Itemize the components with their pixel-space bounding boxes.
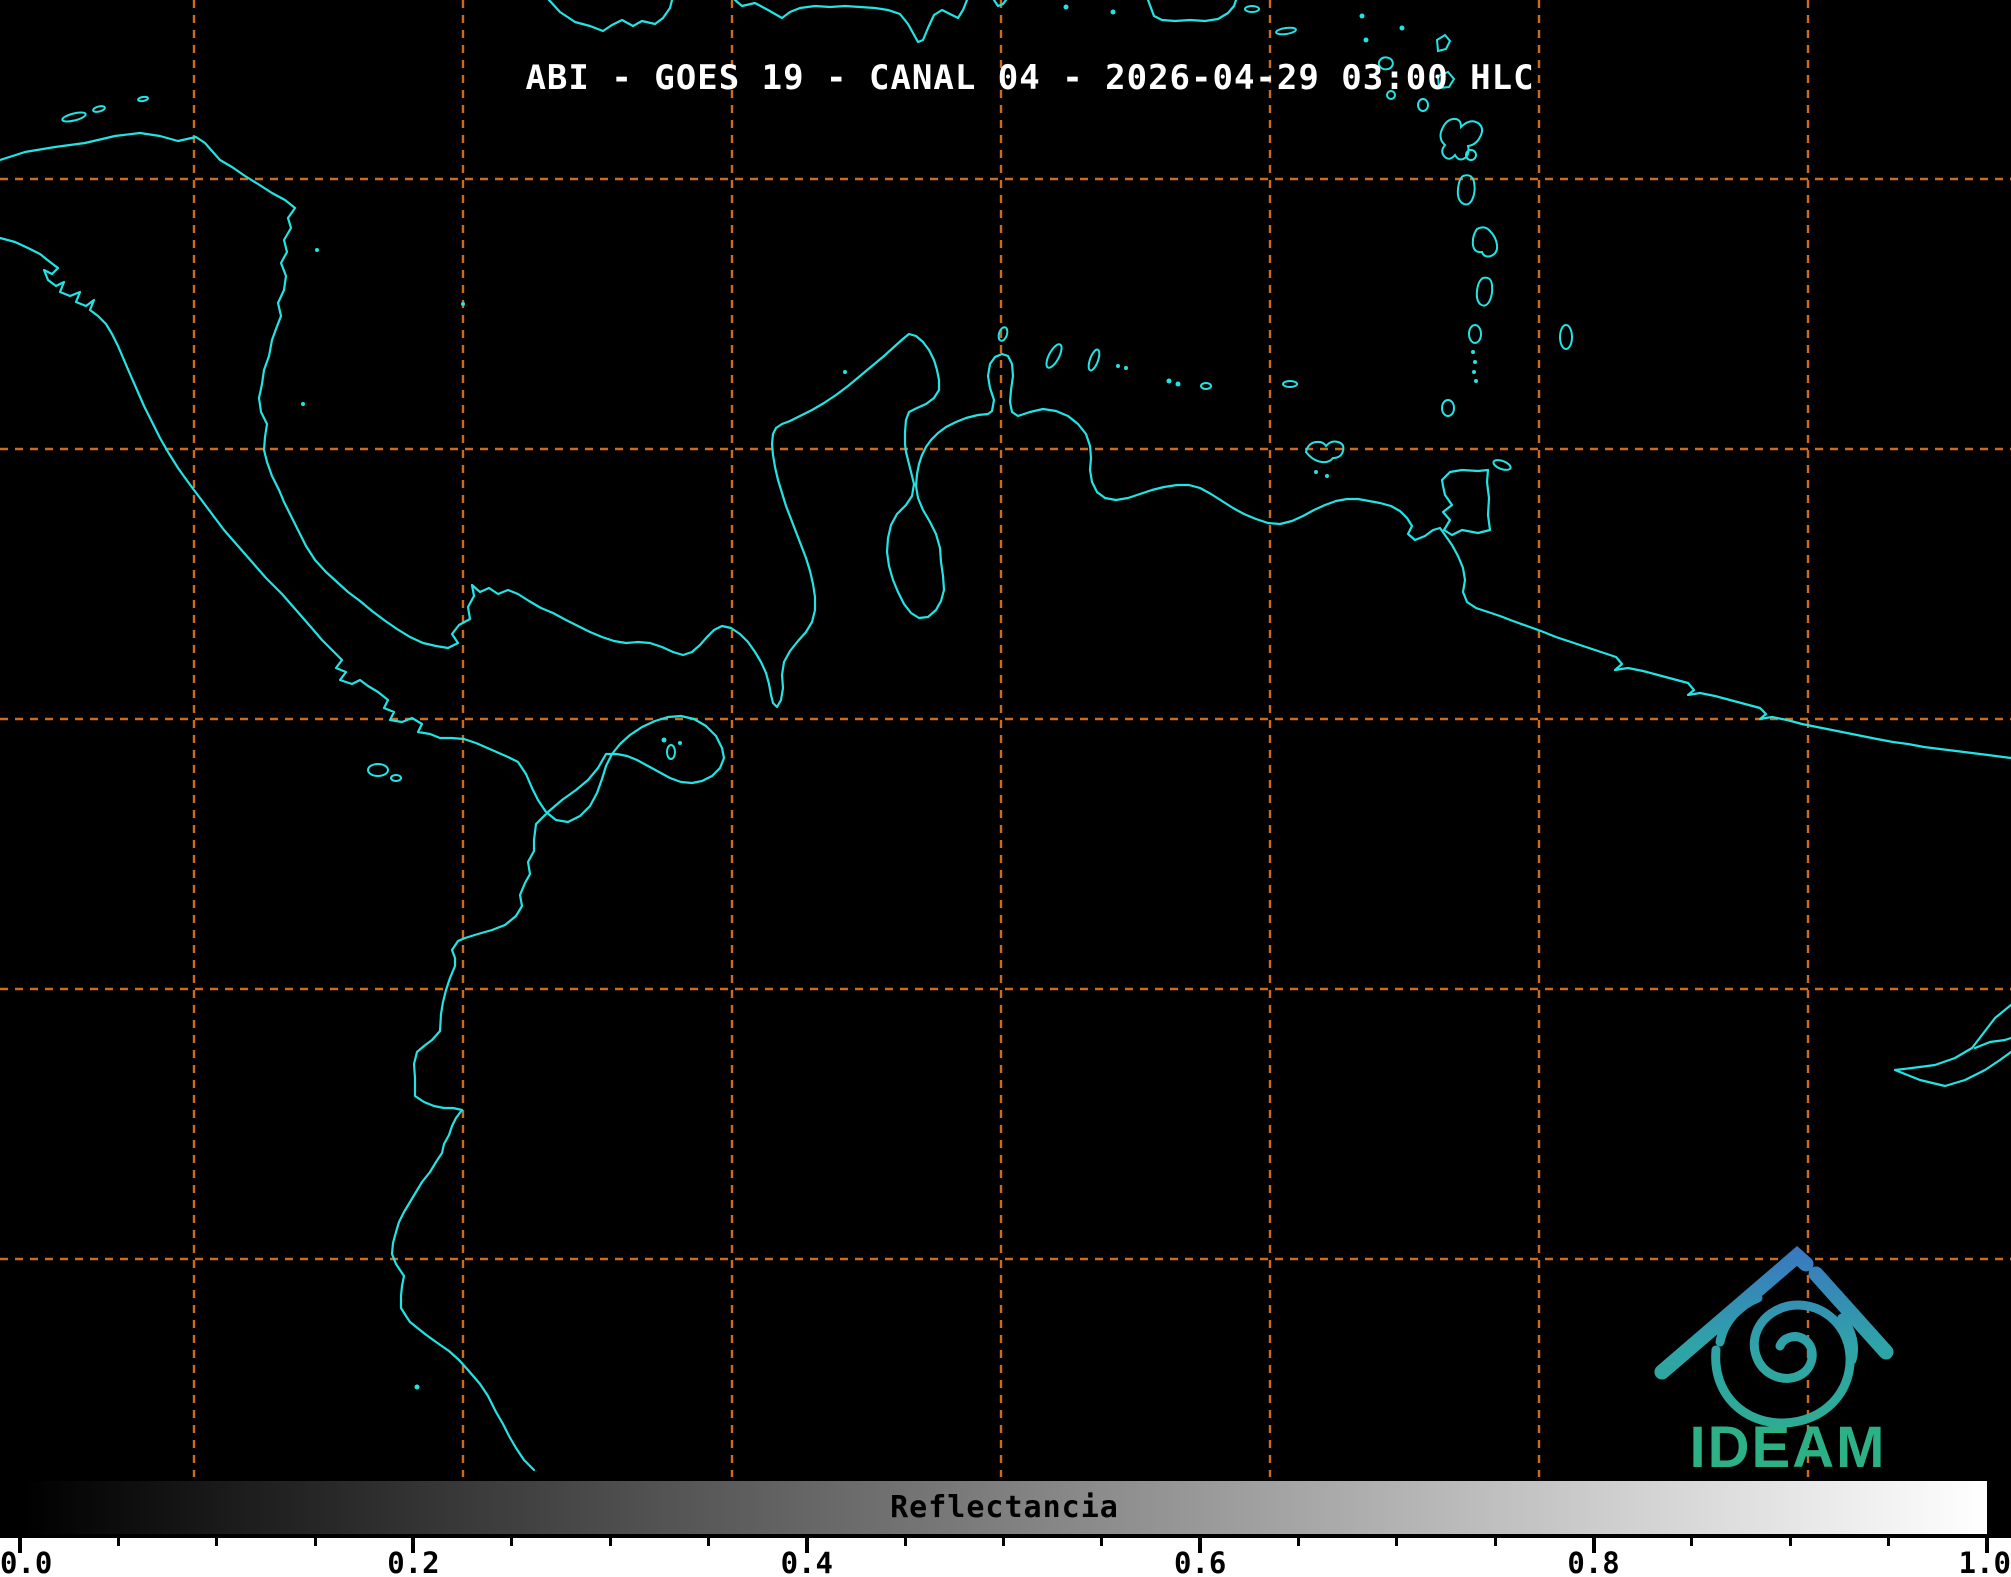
colorbar-minor-tick bbox=[1100, 1538, 1104, 1546]
colorbar-tick-label: 0.4 bbox=[780, 1546, 833, 1577]
image-title: ABI - GOES 19 - CANAL 04 - 2026-04-29 03… bbox=[525, 58, 1535, 98]
colorbar-tick-label: 0.8 bbox=[1567, 1546, 1620, 1577]
colorbar-label: Reflectancia bbox=[890, 1490, 1119, 1525]
colorbar-minor-tick bbox=[215, 1538, 219, 1546]
coastline-pacific bbox=[0, 236, 726, 1472]
colorbar-axis: 0.0 0.2 0.4 0.6 0.8 1.0 bbox=[0, 1538, 2011, 1577]
island-bonaire bbox=[1087, 348, 1101, 372]
island-barbados bbox=[1559, 324, 1573, 350]
island-providencia bbox=[315, 248, 319, 252]
island-roatan bbox=[61, 111, 87, 123]
island-st-eustatius bbox=[1363, 37, 1369, 43]
island-pearl-2 bbox=[678, 741, 682, 745]
island-margarita bbox=[1304, 440, 1345, 464]
island-coiba bbox=[367, 763, 389, 777]
colorbar-minor-tick bbox=[1788, 1538, 1792, 1546]
colorbar-minor-tick bbox=[1395, 1538, 1399, 1546]
colorbar-minor-tick bbox=[1493, 1538, 1497, 1546]
colorbar-minor-tick bbox=[510, 1538, 514, 1546]
island-mona bbox=[1110, 9, 1116, 15]
ideam-logo-text: IDEAM bbox=[1689, 1415, 1887, 1480]
colorbar-minor-tick bbox=[706, 1538, 710, 1546]
island-st-croix bbox=[1275, 26, 1297, 36]
island-jamaica bbox=[547, 0, 674, 33]
coastline-caribbean bbox=[0, 131, 2011, 760]
colorbar-minor-tick bbox=[1002, 1538, 1005, 1546]
island-aruba bbox=[997, 326, 1009, 342]
colorbar-minor-tick bbox=[313, 1538, 317, 1546]
island-hispaniola bbox=[733, 0, 969, 44]
island-grenadine-3 bbox=[1472, 370, 1476, 374]
island-grenadine-4 bbox=[1474, 379, 1478, 383]
island-puerto-rico bbox=[1146, 0, 1238, 23]
island-grenadine-2 bbox=[1473, 360, 1477, 364]
island-montserrat bbox=[1417, 98, 1429, 112]
graticule-grid bbox=[0, 0, 2011, 1477]
island-los-roques-1 bbox=[1166, 378, 1172, 384]
island-san-andres bbox=[301, 402, 305, 406]
colorbar-minor-tick bbox=[903, 1538, 907, 1546]
island-st-vincent bbox=[1468, 324, 1482, 344]
coastlines bbox=[0, 131, 2011, 1472]
island-las-aves-1 bbox=[1116, 364, 1120, 368]
colorbar-minor-tick bbox=[116, 1538, 120, 1546]
colorbar-tick-label: 0.0 bbox=[0, 1546, 53, 1577]
colorbar: Reflectancia bbox=[20, 1479, 1989, 1536]
island-grenada bbox=[1441, 399, 1455, 417]
island-la-tortuga bbox=[1282, 380, 1298, 388]
island-barbuda bbox=[1435, 33, 1452, 53]
island-guanaja bbox=[92, 105, 106, 113]
satellite-map: ABI - GOES 19 - CANAL 04 - 2026-04-29 03… bbox=[0, 0, 2011, 1480]
colorbar-tick-label: 0.2 bbox=[387, 1546, 440, 1577]
island-serranilla bbox=[461, 302, 465, 306]
ideam-logo bbox=[1654, 1246, 1894, 1428]
logo-spiral-icon bbox=[1711, 1300, 1855, 1428]
island-st-lucia bbox=[1475, 276, 1494, 307]
colorbar-tick-label: 1.0 bbox=[1958, 1546, 2011, 1577]
colorbar-minor-tick bbox=[608, 1538, 612, 1546]
map-canvas bbox=[0, 0, 2011, 1477]
island-grenadine-1 bbox=[1471, 350, 1475, 354]
island-curacao bbox=[1045, 343, 1063, 369]
colorbar-minor-tick bbox=[1887, 1538, 1891, 1546]
island-pearl-rey bbox=[666, 744, 676, 760]
island-la-orchila bbox=[1200, 382, 1212, 390]
island-vieques bbox=[1244, 5, 1260, 13]
island-la-plata bbox=[414, 1384, 420, 1390]
island-las-aves-2 bbox=[1124, 366, 1128, 370]
island-pearl-1 bbox=[661, 737, 667, 743]
coastline-amazon-channel bbox=[1973, 1036, 2011, 1050]
colorbar-tick-label: 0.6 bbox=[1173, 1546, 1227, 1577]
island-cubagua bbox=[1325, 474, 1329, 478]
satellite-viewer-screen: ABI - GOES 19 - CANAL 04 - 2026-04-29 03… bbox=[0, 0, 2011, 1577]
island-saba bbox=[1359, 13, 1365, 19]
island-martinique bbox=[1471, 226, 1499, 258]
island-los-roques-2 bbox=[1175, 381, 1181, 387]
island-trinidad bbox=[1440, 468, 1492, 537]
island-los-monjes bbox=[843, 370, 847, 374]
colorbar-minor-tick bbox=[1297, 1538, 1301, 1546]
island-beata bbox=[1063, 4, 1069, 10]
coastline-amazon-estuary bbox=[1893, 1003, 2011, 1088]
island-coche bbox=[1314, 470, 1318, 474]
island-utila bbox=[137, 95, 149, 103]
island-cebaco bbox=[390, 774, 402, 782]
island-anguilla bbox=[1399, 25, 1405, 31]
colorbar-minor-tick bbox=[1690, 1538, 1694, 1546]
islands bbox=[61, 0, 1573, 1390]
island-tobago bbox=[1492, 459, 1512, 471]
